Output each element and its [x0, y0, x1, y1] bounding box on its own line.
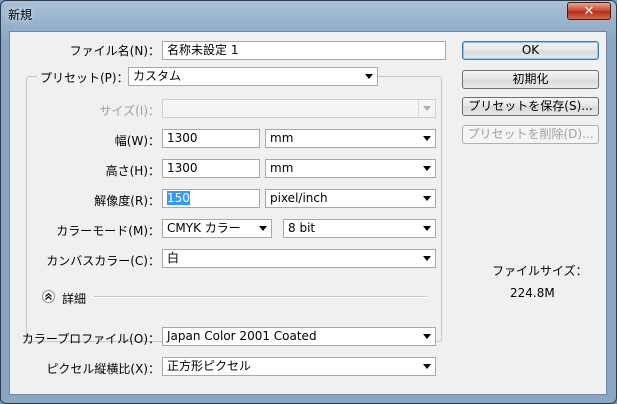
height-unit-select[interactable]: mm	[265, 159, 436, 178]
resolution-unit-select[interactable]: pixel/inch	[265, 189, 436, 208]
bit-depth-select[interactable]: 8 bit	[283, 219, 436, 238]
close-icon: ✕	[583, 4, 595, 19]
size-select[interactable]	[162, 99, 436, 118]
resolution-value: 150	[167, 191, 190, 205]
background-label: カンバスカラー(C)：	[46, 254, 160, 268]
name-label: ファイル名(N)：	[69, 44, 160, 58]
chevron-down-icon	[365, 74, 373, 79]
chevron-down-icon	[423, 256, 431, 261]
color-mode-label: カラーモード(M)：	[56, 224, 160, 238]
height-value: 1300	[167, 161, 198, 175]
chevron-down-icon	[423, 364, 431, 369]
bit-depth-value: 8 bit	[288, 221, 316, 235]
delete-preset-button[interactable]: プリセットを削除(D)...	[462, 125, 599, 144]
resolution-unit-value: pixel/inch	[270, 191, 328, 205]
width-input[interactable]: 1300	[162, 129, 260, 148]
dialog-body: ファイル名(N)： 名称未設定 1 プリセット(P)： カスタム サイズ(I)：…	[9, 31, 607, 395]
chevron-up-icon	[45, 293, 52, 300]
width-unit-value: mm	[270, 131, 294, 145]
width-label: 幅(W)：	[114, 134, 160, 148]
height-input[interactable]: 1300	[162, 159, 260, 178]
width-value: 1300	[167, 131, 198, 145]
width-unit-select[interactable]: mm	[265, 129, 436, 148]
ok-button[interactable]: OK	[462, 41, 599, 60]
color-mode-value: CMYK カラー	[167, 221, 241, 235]
preset-select[interactable]: カスタム	[128, 67, 378, 86]
preset-label: プリセット(P)：	[37, 69, 132, 86]
color-profile-select[interactable]: Japan Color 2001 Coated	[162, 327, 436, 346]
background-select[interactable]: 白	[162, 249, 436, 268]
size-label: サイズ(I)：	[99, 104, 160, 118]
preset-value: カスタム	[133, 69, 182, 83]
chevron-down-icon	[423, 106, 431, 111]
chevron-down-icon	[423, 136, 431, 141]
chevron-down-icon	[423, 196, 431, 201]
name-input[interactable]: 名称未設定 1	[162, 41, 446, 60]
height-unit-value: mm	[270, 161, 294, 175]
pixel-aspect-select[interactable]: 正方形ピクセル	[162, 357, 436, 376]
resolution-label: 解像度(R)：	[94, 194, 160, 208]
reset-button[interactable]: 初期化	[462, 70, 599, 89]
color-profile-value: Japan Color 2001 Coated	[167, 329, 317, 343]
save-preset-button[interactable]: プリセットを保存(S)...	[462, 97, 599, 116]
chevron-down-icon	[423, 226, 431, 231]
new-document-dialog: 新規 ✕ ファイル名(N)： 名称未設定 1 プリセット(P)： カスタム サイ…	[0, 0, 617, 404]
pixel-aspect-label: ピクセル縦横比(X)：	[46, 362, 160, 376]
advanced-toggle-button[interactable]	[42, 290, 55, 303]
advanced-divider	[94, 296, 428, 298]
file-size-label: ファイルサイズ：	[492, 264, 588, 278]
resolution-input[interactable]: 150	[162, 189, 260, 208]
chevron-down-icon	[259, 226, 267, 231]
pixel-aspect-value: 正方形ピクセル	[167, 359, 252, 373]
window-title: 新規	[8, 8, 33, 22]
color-mode-select[interactable]: CMYK カラー	[162, 219, 272, 238]
name-value: 名称未設定 1	[167, 43, 239, 57]
chevron-down-icon	[423, 334, 431, 339]
close-button[interactable]: ✕	[567, 2, 611, 20]
height-label: 高さ(H)：	[105, 164, 160, 178]
chevron-down-icon	[423, 166, 431, 171]
file-size-value: 224.8M	[510, 286, 555, 300]
advanced-label: 詳細	[62, 292, 87, 306]
background-value: 白	[167, 251, 180, 265]
color-profile-label: カラープロファイル(O)：	[21, 332, 160, 346]
title-bar[interactable]: 新規 ✕	[1, 1, 616, 27]
